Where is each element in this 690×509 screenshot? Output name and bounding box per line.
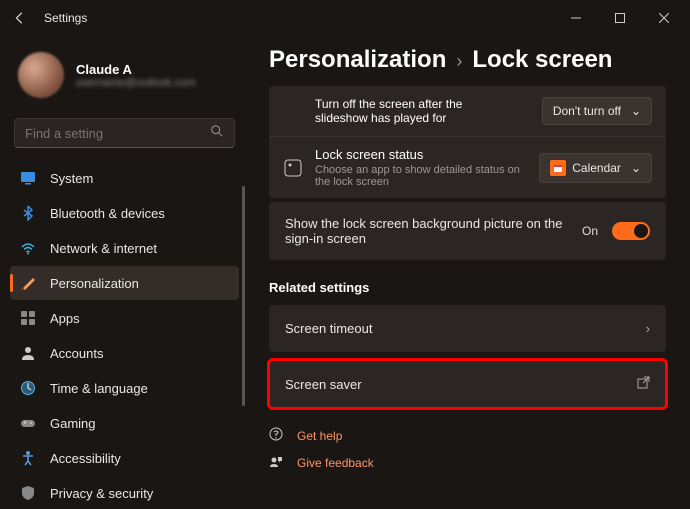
slideshow-turnoff-dropdown[interactable]: Don't turn off ⌄ bbox=[542, 97, 652, 125]
status-app-dropdown[interactable]: Calendar ⌄ bbox=[539, 153, 652, 183]
titlebar: Settings bbox=[0, 0, 690, 36]
feedback-icon bbox=[269, 454, 285, 471]
minimize-icon bbox=[571, 13, 581, 23]
chevron-right-icon: › bbox=[646, 321, 650, 336]
slideshow-card: Turn off the screen after the slideshow … bbox=[269, 86, 666, 198]
nav-label: Accounts bbox=[50, 346, 103, 361]
dropdown-value: Calendar bbox=[572, 161, 621, 175]
accessibility-icon bbox=[20, 450, 36, 466]
nav-label: System bbox=[50, 171, 93, 186]
breadcrumb-current: Lock screen bbox=[472, 46, 612, 74]
search-input[interactable] bbox=[25, 126, 210, 141]
nav-label: Accessibility bbox=[50, 451, 121, 466]
link-label: Screen saver bbox=[285, 377, 362, 392]
sidebar-item-accessibility[interactable]: Accessibility bbox=[10, 441, 239, 475]
user-email: username@outlook.com bbox=[76, 77, 195, 89]
maximize-button[interactable] bbox=[598, 2, 642, 34]
nav-label: Bluetooth & devices bbox=[50, 206, 165, 221]
avatar bbox=[18, 52, 64, 98]
help-icon bbox=[269, 427, 285, 444]
lockscreen-status-icon bbox=[283, 158, 303, 178]
sidebar-item-gaming[interactable]: Gaming bbox=[10, 406, 239, 440]
window-controls bbox=[554, 2, 686, 34]
close-icon bbox=[659, 13, 669, 23]
sidebar-item-network[interactable]: Network & internet bbox=[10, 231, 239, 265]
screen-timeout-link[interactable]: Screen timeout › bbox=[269, 305, 666, 352]
nav-label: Apps bbox=[50, 311, 80, 326]
link-label: Get help bbox=[297, 429, 342, 443]
sidebar-item-bluetooth[interactable]: Bluetooth & devices bbox=[10, 196, 239, 230]
chevron-down-icon: ⌄ bbox=[631, 161, 641, 175]
give-feedback-link[interactable]: Give feedback bbox=[269, 449, 666, 476]
slideshow-title: Turn off the screen after the slideshow … bbox=[315, 97, 515, 125]
maximize-icon bbox=[615, 13, 625, 23]
chevron-down-icon: ⌄ bbox=[631, 104, 641, 118]
arrow-left-icon bbox=[13, 11, 27, 25]
sidebar: Claude A username@outlook.com System Blu… bbox=[0, 36, 245, 509]
signin-toggle[interactable] bbox=[612, 222, 650, 240]
close-button[interactable] bbox=[642, 2, 686, 34]
nav-label: Personalization bbox=[50, 276, 139, 291]
bluetooth-icon bbox=[20, 205, 36, 221]
sidebar-item-apps[interactable]: Apps bbox=[10, 301, 239, 335]
link-label: Give feedback bbox=[297, 456, 374, 470]
nav-label: Network & internet bbox=[50, 241, 157, 256]
footer-links: Get help Give feedback bbox=[269, 422, 666, 476]
open-external-icon bbox=[637, 376, 650, 392]
shield-icon bbox=[20, 485, 36, 501]
back-button[interactable] bbox=[4, 2, 36, 34]
signin-picture-row: Show the lock screen background picture … bbox=[269, 202, 666, 260]
status-subtitle: Choose an app to show detailed status on… bbox=[315, 164, 527, 188]
minimize-button[interactable] bbox=[554, 2, 598, 34]
nav-label: Privacy & security bbox=[50, 486, 153, 501]
sidebar-item-accounts[interactable]: Accounts bbox=[10, 336, 239, 370]
main-content: Personalization › Lock screen Turn off t… bbox=[245, 36, 690, 509]
chevron-right-icon: › bbox=[456, 51, 462, 72]
status-title: Lock screen status bbox=[315, 147, 527, 162]
search-box[interactable] bbox=[14, 118, 235, 148]
nav-label: Time & language bbox=[50, 381, 148, 396]
nav-list: System Bluetooth & devices Network & int… bbox=[8, 160, 241, 509]
sidebar-item-personalization[interactable]: Personalization bbox=[10, 266, 239, 300]
get-help-link[interactable]: Get help bbox=[269, 422, 666, 449]
system-icon bbox=[20, 170, 36, 186]
breadcrumb-parent[interactable]: Personalization bbox=[269, 46, 446, 74]
related-heading: Related settings bbox=[269, 280, 666, 295]
sidebar-item-system[interactable]: System bbox=[10, 161, 239, 195]
sidebar-item-privacy[interactable]: Privacy & security bbox=[10, 476, 239, 509]
paintbrush-icon bbox=[20, 275, 36, 291]
apps-icon bbox=[20, 310, 36, 326]
signin-text: Show the lock screen background picture … bbox=[285, 216, 568, 246]
nav-label: Gaming bbox=[50, 416, 96, 431]
screen-saver-link[interactable]: Screen saver bbox=[269, 360, 666, 408]
user-profile[interactable]: Claude A username@outlook.com bbox=[8, 44, 241, 114]
wifi-icon bbox=[20, 240, 36, 256]
user-name: Claude A bbox=[76, 62, 195, 77]
gamepad-icon bbox=[20, 415, 36, 431]
globe-clock-icon bbox=[20, 380, 36, 396]
toggle-state-label: On bbox=[582, 224, 598, 238]
calendar-icon bbox=[550, 160, 566, 176]
person-icon bbox=[20, 345, 36, 361]
sidebar-item-time[interactable]: Time & language bbox=[10, 371, 239, 405]
link-label: Screen timeout bbox=[285, 321, 372, 336]
dropdown-value: Don't turn off bbox=[553, 104, 621, 118]
breadcrumb: Personalization › Lock screen bbox=[269, 46, 666, 74]
search-icon bbox=[210, 124, 224, 143]
window-title: Settings bbox=[44, 11, 87, 25]
